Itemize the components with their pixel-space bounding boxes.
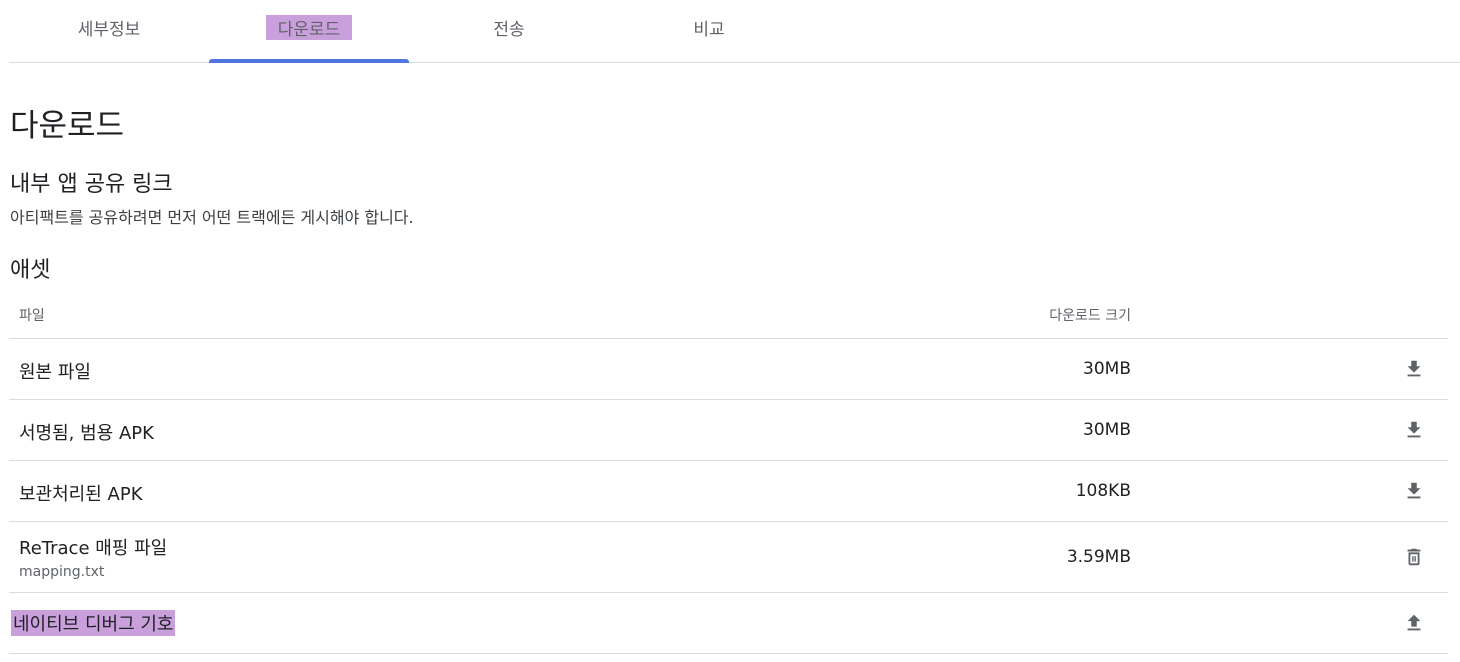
upload-icon[interactable] bbox=[1402, 611, 1426, 635]
asset-name: 네이티브 디버그 기호 bbox=[11, 610, 176, 636]
table-row: 네이티브 디버그 기호 bbox=[9, 593, 1448, 654]
download-icon[interactable] bbox=[1402, 418, 1426, 442]
tab-bar: 세부정보 다운로드 전송 비교 bbox=[9, 0, 1460, 63]
asset-size: 3.59MB bbox=[1066, 547, 1131, 567]
table-row: ReTrace 매핑 파일 mapping.txt 3.59MB bbox=[9, 522, 1448, 593]
assets-title: 애셋 bbox=[10, 258, 51, 283]
table-row: 서명됨, 범용 APK 30MB bbox=[9, 400, 1448, 461]
asset-size: 108KB bbox=[1075, 481, 1131, 501]
asset-name: ReTrace 매핑 파일 bbox=[19, 538, 168, 559]
tab-compare-label: 비교 bbox=[693, 19, 725, 40]
download-icon[interactable] bbox=[1402, 479, 1426, 503]
tab-compare[interactable]: 비교 bbox=[609, 0, 809, 62]
asset-name: 원본 파일 bbox=[19, 362, 91, 383]
asset-name: 보관처리된 APK bbox=[19, 484, 143, 505]
tab-downloads-label: 다운로드 bbox=[265, 14, 353, 40]
download-icon[interactable] bbox=[1402, 357, 1426, 381]
page: 세부정보 다운로드 전송 비교 다운로드 내부 앱 공유 링크 아티팩트를 공유… bbox=[0, 0, 1460, 662]
asset-size: 30MB bbox=[1083, 420, 1131, 440]
column-header-size: 다운로드 크기 bbox=[1049, 308, 1131, 324]
asset-size: 30MB bbox=[1083, 359, 1131, 379]
tab-details-label: 세부정보 bbox=[77, 19, 141, 40]
active-tab-indicator bbox=[209, 59, 409, 63]
tab-transfer-label: 전송 bbox=[493, 19, 525, 40]
tab-details[interactable]: 세부정보 bbox=[9, 0, 209, 62]
table-row: 원본 파일 30MB bbox=[9, 339, 1448, 400]
table-row: 보관처리된 APK 108KB bbox=[9, 461, 1448, 522]
delete-icon[interactable] bbox=[1402, 545, 1426, 569]
table-header: 파일 다운로드 크기 bbox=[9, 290, 1448, 339]
column-header-file: 파일 bbox=[19, 308, 45, 324]
assets-table: 파일 다운로드 크기 원본 파일 30MB 서명됨, 범용 APK 30MB 보… bbox=[9, 290, 1448, 654]
share-link-description: 아티팩트를 공유하려면 먼저 어떤 트랙에든 게시해야 합니다. bbox=[10, 208, 414, 227]
share-link-title: 내부 앱 공유 링크 bbox=[10, 172, 173, 197]
asset-filename: mapping.txt bbox=[19, 564, 105, 580]
page-title: 다운로드 bbox=[10, 108, 125, 144]
tab-downloads[interactable]: 다운로드 bbox=[209, 0, 409, 63]
asset-name: 서명됨, 범용 APK bbox=[19, 423, 154, 444]
tab-transfer[interactable]: 전송 bbox=[409, 0, 609, 62]
